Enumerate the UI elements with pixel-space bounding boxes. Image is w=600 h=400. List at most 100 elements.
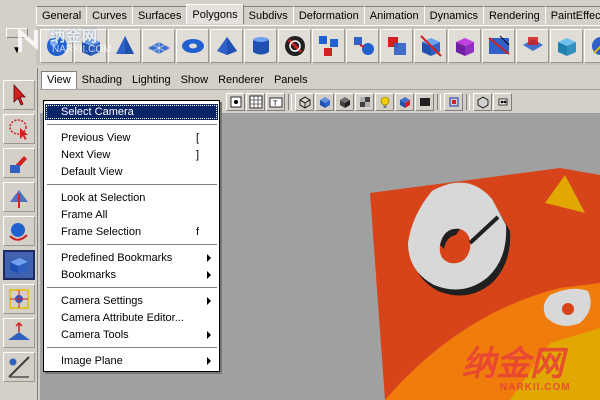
menu-separator — [47, 287, 217, 289]
menu-item-frame-all[interactable]: Frame All — [45, 207, 218, 223]
menu-separator — [47, 347, 217, 349]
poly-smooth-icon[interactable] — [346, 28, 379, 63]
smooth-shading-icon[interactable] — [315, 93, 334, 111]
menu-item-label: Default View — [61, 166, 123, 178]
menu-item-camera-settings[interactable]: Camera Settings — [45, 293, 218, 309]
poly-extract-icon[interactable] — [312, 28, 345, 63]
select-tool-icon[interactable] — [3, 80, 35, 110]
toolbar-separator — [466, 94, 470, 110]
shadows-icon[interactable] — [395, 93, 414, 111]
panel-menu-renderer[interactable]: Renderer — [213, 71, 269, 89]
lasso-tool-icon[interactable] — [3, 114, 35, 144]
camera-attributes-icon[interactable] — [226, 93, 245, 111]
scale-tool-icon[interactable] — [3, 250, 35, 280]
shelf-tab-animation[interactable]: Animation — [363, 6, 425, 24]
menu-item-label: Image Plane — [61, 355, 123, 367]
shelf-tab-subdivs[interactable]: Subdivs — [242, 6, 294, 24]
menu-item-predefined-bookmarks[interactable]: Predefined Bookmarks — [45, 250, 218, 266]
panel-menu-panels[interactable]: Panels — [269, 71, 313, 89]
xray-icon[interactable] — [473, 93, 492, 111]
poly-pyramid-icon[interactable] — [210, 28, 243, 63]
universal-manipulator-icon[interactable] — [3, 284, 35, 314]
shelf-tab-painteffects[interactable]: PaintEffects — [544, 6, 600, 24]
watermark-bottom: 纳金网 NARKII.COM — [458, 336, 600, 400]
poly-sculpt-icon[interactable] — [584, 28, 600, 63]
poly-cut-icon[interactable] — [414, 28, 447, 63]
safe-action-icon[interactable] — [493, 93, 512, 111]
watermark-top: 纳金网 NARKII.COM — [10, 22, 112, 66]
submenu-arrow-icon — [207, 297, 211, 305]
menu-item-shortcut: [ — [196, 132, 200, 144]
menu-item-image-plane[interactable]: Image Plane — [45, 353, 218, 369]
panel-toolbar: T — [222, 91, 600, 113]
menu-item-label: Camera Settings — [61, 295, 143, 307]
view-dropdown-menu: Select Camera Previous View [ Next View] Def… — [43, 100, 220, 372]
menu-item-label: Previous View — [61, 132, 131, 144]
toolbox — [0, 68, 38, 400]
show-manipulator-icon[interactable] — [3, 352, 35, 382]
shelf-tab-deformation[interactable]: Deformation — [292, 6, 365, 24]
menu-item-label: Camera Attribute Editor... — [61, 312, 184, 324]
menu-item-look-at-selection[interactable]: Look at Selection — [45, 190, 218, 206]
poly-torus-icon[interactable] — [176, 28, 209, 63]
poly-merge-icon[interactable] — [550, 28, 583, 63]
shelf-tab-bar: General Curves Surfaces Polygons Subdivs Defo… — [36, 4, 600, 24]
menu-item-label: Frame All — [61, 209, 108, 221]
menu-item-bookmarks[interactable]: Bookmarks — [45, 267, 218, 283]
isolate-select-icon[interactable] — [444, 93, 463, 111]
menu-item-label: Frame Selection — [61, 226, 142, 238]
menu-item-select-camera[interactable]: Select Camera — [45, 104, 218, 120]
menu-item-camera-attribute-editor[interactable]: Camera Attribute Editor... — [45, 310, 218, 326]
soft-modification-icon[interactable] — [3, 318, 35, 348]
menu-item-default-view[interactable]: Default View — [45, 164, 218, 180]
poly-combine-icon[interactable] — [278, 28, 311, 63]
toolbar-separator — [437, 94, 441, 110]
menu-separator — [47, 124, 217, 126]
menu-item-label: Select Camera — [61, 106, 134, 118]
watermark-bottom-url: NARKII.COM — [500, 382, 571, 393]
menu-item-previous-view[interactable]: Previous View [ — [45, 130, 218, 146]
panel-menu-shading[interactable]: Shading — [77, 71, 127, 89]
shelf-tab-dynamics[interactable]: Dynamics — [423, 6, 484, 24]
poly-extrude-icon[interactable] — [516, 28, 549, 63]
panel-menu-lighting[interactable]: Lighting — [127, 71, 176, 89]
submenu-arrow-icon — [207, 254, 211, 262]
rotate-tool-icon[interactable] — [3, 216, 35, 246]
wireframe-shading-icon[interactable] — [295, 93, 314, 111]
high-quality-icon[interactable] — [415, 93, 434, 111]
menu-item-label: Look at Selection — [61, 192, 146, 204]
poly-plane-icon[interactable] — [142, 28, 175, 63]
textured-icon[interactable] — [355, 93, 374, 111]
watermark-top-text: 纳金网 — [50, 28, 99, 45]
watermark-bottom-text: 纳金网 — [462, 344, 564, 384]
toolbar-separator — [288, 94, 292, 110]
menu-item-label: Bookmarks — [61, 269, 117, 281]
poly-bevel-icon[interactable] — [448, 28, 481, 63]
paint-select-tool-icon[interactable] — [3, 148, 35, 178]
menu-item-frame-selection[interactable]: Frame Selection f — [45, 224, 218, 240]
poly-cylinder-icon[interactable] — [244, 28, 277, 63]
resolution-gate-icon[interactable]: T — [266, 93, 285, 111]
poly-cone-icon[interactable] — [108, 28, 141, 63]
watermark-top-url: NARKII.COM — [52, 44, 112, 55]
menu-item-next-view[interactable]: Next View] — [45, 147, 218, 163]
shelf-tab-rendering[interactable]: Rendering — [482, 6, 546, 24]
panel-menu-show[interactable]: Show — [176, 71, 214, 89]
menu-item-label: Predefined Bookmarks — [61, 252, 173, 264]
menu-separator — [47, 244, 217, 246]
use-lights-icon[interactable] — [375, 93, 394, 111]
poly-split-icon[interactable] — [482, 28, 515, 63]
svg-text:T: T — [272, 100, 278, 108]
menu-item-camera-tools[interactable]: Camera Tools — [45, 327, 218, 343]
panel-menu-bar: View Shading Lighting Show Renderer Panels — [40, 70, 600, 90]
shelf-tab-surfaces[interactable]: Surfaces — [131, 6, 188, 24]
shelf-tab-polygons[interactable]: Polygons — [186, 4, 244, 24]
move-tool-icon[interactable] — [3, 182, 35, 212]
menu-item-shortcut: f — [196, 226, 200, 238]
panel-menu-view[interactable]: View — [41, 70, 77, 89]
wireframe-on-shaded-icon[interactable] — [335, 93, 354, 111]
watermark-logo-icon — [18, 27, 38, 52]
grid-icon[interactable] — [246, 93, 265, 111]
submenu-arrow-icon — [207, 357, 211, 365]
poly-boolean-icon[interactable] — [380, 28, 413, 63]
